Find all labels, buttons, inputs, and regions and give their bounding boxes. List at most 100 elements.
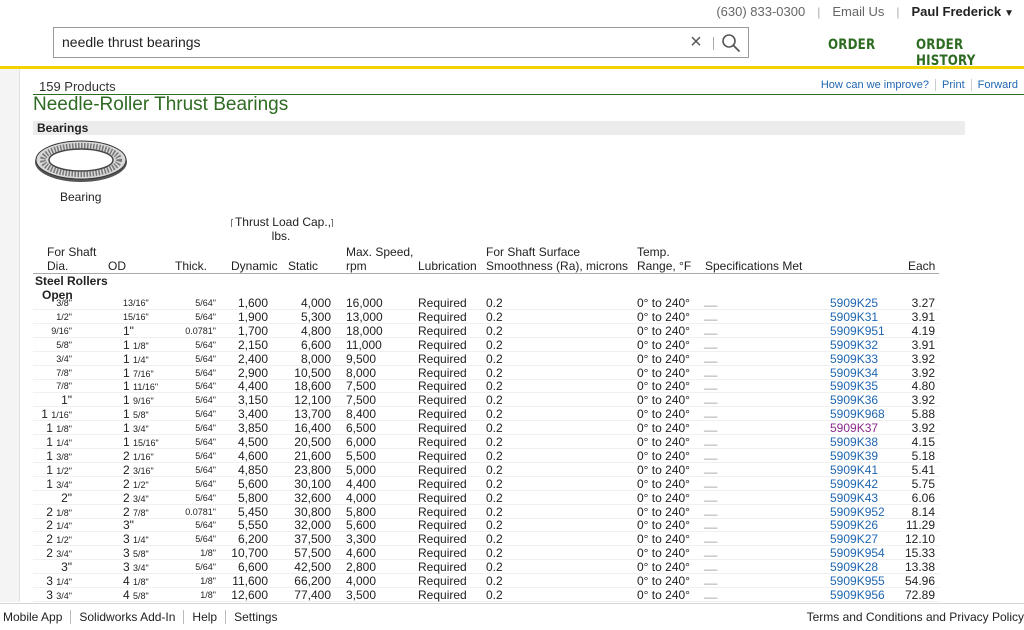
cell-static: 21,600 — [294, 448, 331, 463]
col-header-speed[interactable]: Max. Speed, rpm — [346, 245, 416, 273]
part-number-link[interactable]: 5909K952 — [830, 505, 885, 519]
table-row[interactable]: 1" 1 9/16" 5/64" 3,150 12,100 7,500 Required 0.… — [0, 390, 1024, 408]
part-number-link[interactable]: 5909K37 — [830, 421, 878, 435]
table-row[interactable]: 1 3/8" 2 1/16" 5/64" 4,600 21,600 5,500 Requir… — [0, 446, 1024, 463]
cell-lub: Required — [418, 421, 467, 436]
user-menu[interactable]: Paul Frederick ▼ — [911, 4, 1014, 19]
cell-thick: 0.0781" — [185, 325, 216, 336]
table-row[interactable]: 2 3/4" 3 5/8" 1/8" 10,700 57,500 4,600 Require… — [0, 543, 1024, 561]
col-header-od[interactable]: OD — [108, 259, 126, 273]
part-number-link[interactable]: 5909K39 — [830, 449, 878, 463]
table-row[interactable]: 2 1/2" 3 1/4" 5/64" 6,200 37,500 3,300 Require… — [0, 529, 1024, 547]
col-header-specs[interactable]: Specifications Met — [705, 259, 802, 273]
part-number-link[interactable]: 5909K968 — [830, 407, 885, 421]
nav-order[interactable]: ORDER — [828, 37, 875, 53]
footer-settings[interactable]: Settings — [225, 610, 285, 624]
cell-speed: 7,500 — [346, 393, 377, 408]
col-header-lubrication[interactable]: Lubrication — [418, 259, 477, 273]
table-row[interactable]: 1 1/16" 1 5/8" 5/64" 3,400 13,700 8,400 Requir… — [0, 404, 1024, 422]
table-row[interactable]: 1/2" 15/16" 5/64" 1,900 5,300 13,000 Required 0… — [0, 307, 1024, 324]
cell-surface: 0.2 — [486, 309, 503, 324]
cell-static: 4,000 — [300, 296, 331, 310]
cell-dia: 2 1/4" — [46, 518, 72, 533]
cell-each: 12.10 — [904, 532, 935, 547]
part-number-link[interactable]: 5909K35 — [830, 379, 878, 393]
cell-lub: Required — [418, 379, 467, 394]
cell-each: 11.29 — [905, 518, 935, 533]
table-row[interactable]: 1 3/4" 2 1/2" 5/64" 5,600 30,100 4,400 Require… — [0, 474, 1024, 491]
cell-speed: 8,400 — [346, 407, 377, 422]
cell-surface: 0.2 — [486, 323, 503, 338]
contact-bar: (630) 833-0300 | Email Us | Paul Frederi… — [716, 4, 1014, 19]
table-row[interactable]: 9/16" 1" 0.0781" 1,700 4,800 18,000 Required 0.… — [0, 321, 1024, 338]
part-number-link[interactable]: 5909K32 — [830, 338, 878, 352]
search-input[interactable] — [62, 34, 662, 50]
table-row[interactable]: 3 3/4" 4 5/8" 1/8" 12,600 77,400 3,500 Require… — [0, 585, 1024, 602]
email-us-link[interactable]: Email Us — [832, 4, 884, 19]
header-rule — [0, 66, 1024, 69]
part-number-link[interactable]: 5909K27 — [830, 532, 878, 546]
col-header-dia[interactable]: For Shaft Dia. — [47, 245, 117, 273]
table-row[interactable]: 3/4" 1 1/4" 5/64" 2,400 8,000 9,500 Required 0.… — [0, 349, 1024, 366]
search-icon[interactable] — [720, 32, 742, 54]
table-row[interactable]: 2 1/8" 2 7/8" 0.0781" 5,450 30,800 5,800 Requi… — [0, 501, 1024, 519]
col-header-thick[interactable]: Thick. — [175, 259, 207, 273]
cell-spec: __ — [704, 501, 718, 516]
col-header-surface[interactable]: For Shaft Surface Smoothness (Ra), micro… — [486, 245, 636, 273]
footer-mobile-app[interactable]: Mobile App — [3, 610, 70, 624]
part-number-link[interactable]: 5909K956 — [830, 588, 885, 602]
cell-temp: 0° to 240° — [637, 587, 690, 602]
cell-temp: 0° to 240° — [637, 518, 690, 533]
bearing-image[interactable] — [33, 138, 129, 189]
cell-spec: __ — [704, 390, 718, 405]
part-number-link[interactable]: 5909K28 — [830, 560, 878, 574]
table-row[interactable]: 1 1/2" 2 3/16" 5/64" 4,850 23,800 5,000 Requir… — [0, 460, 1024, 477]
cell-each: 3.92 — [911, 351, 935, 366]
table-row[interactable]: 2 1/4" 3" 5/64" 5,550 32,000 5,600 Required 0.2… — [0, 515, 1024, 533]
part-number-link[interactable]: 5909K38 — [830, 435, 878, 449]
cell-dia: 2 3/4" — [46, 546, 72, 561]
nav-order-history[interactable]: ORDER HISTORY — [916, 37, 1008, 69]
table-row[interactable]: 5/8" 1 1/8" 5/64" 2,150 6,600 11,000 Required 0… — [0, 335, 1024, 352]
part-number-link[interactable]: 5909K955 — [830, 574, 885, 588]
cell-dia: 2" — [61, 490, 72, 505]
cell-od: 3 3/4" — [123, 560, 149, 575]
table-row[interactable]: 3/8" 13/16" 5/64" 1,600 4,000 16,000 Required 0… — [0, 296, 1024, 310]
col-header-temp[interactable]: Temp. Range, °F — [637, 245, 701, 273]
image-caption: Bearing — [60, 190, 102, 204]
section-header: Bearings — [33, 121, 965, 135]
cell-lub: Required — [418, 365, 467, 380]
part-number-link[interactable]: 5909K34 — [830, 366, 878, 380]
col-header-static[interactable]: Static — [288, 259, 318, 273]
cell-lub: Required — [418, 532, 467, 547]
part-number-link[interactable]: 5909K42 — [830, 477, 878, 491]
improve-link[interactable]: How can we improve? — [815, 79, 935, 91]
col-header-dynamic[interactable]: Dynamic — [231, 259, 278, 273]
table-row[interactable]: 1 1/8" 1 3/4" 5/64" 3,850 16,400 6,500 Require… — [0, 418, 1024, 436]
close-icon[interactable]: × — [686, 32, 706, 54]
cell-spec: __ — [704, 296, 718, 307]
table-row[interactable]: 3 1/4" 4 1/8" 1/8" 11,600 66,200 4,000 Require… — [0, 571, 1024, 588]
table-row[interactable]: 7/8" 1 11/16" 5/64" 4,400 18,600 7,500 Require… — [0, 376, 1024, 394]
part-number-link[interactable]: 5909K26 — [830, 518, 878, 532]
cell-dynamic: 5,550 — [237, 518, 268, 533]
table-row[interactable]: 3" 3 3/4" 5/64" 6,600 42,500 2,800 Required 0.2… — [0, 557, 1024, 575]
part-number-link[interactable]: 5909K954 — [830, 546, 885, 560]
part-number-link[interactable]: 5909K25 — [830, 296, 878, 310]
table-row[interactable]: 1 1/4" 1 15/16" 5/64" 4,500 20,500 6,000 Requi… — [0, 432, 1024, 449]
part-number-link[interactable]: 5909K951 — [830, 324, 885, 338]
part-number-link[interactable]: 5909K33 — [830, 352, 878, 366]
print-link[interactable]: Print — [935, 79, 971, 91]
cell-dynamic: 5,600 — [237, 476, 268, 491]
part-number-link[interactable]: 5909K31 — [830, 310, 878, 324]
forward-link[interactable]: Forward — [970, 79, 1024, 91]
footer-solidworks[interactable]: Solidworks Add-In — [70, 610, 183, 624]
part-number-link[interactable]: 5909K43 — [830, 491, 878, 505]
search-box: × — [53, 27, 749, 58]
table-row[interactable]: 7/8" 1 7/16" 5/64" 2,900 10,500 8,000 Required… — [0, 363, 1024, 380]
part-number-link[interactable]: 5909K41 — [830, 463, 878, 477]
footer-help[interactable]: Help — [183, 610, 225, 624]
footer-terms[interactable]: Terms and Conditions and Privacy Policy — [807, 610, 1024, 624]
part-number-link[interactable]: 5909K36 — [830, 393, 878, 407]
table-row[interactable]: 2" 2 3/4" 5/64" 5,800 32,600 4,000 Required 0.2… — [0, 488, 1024, 505]
